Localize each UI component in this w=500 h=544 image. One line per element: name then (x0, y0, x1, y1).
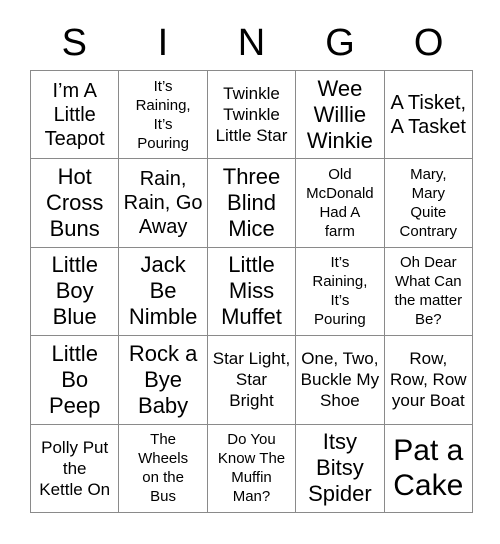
bingo-cell-label: Little Miss Muffet (221, 252, 282, 330)
bingo-cell[interactable]: Jack Be Nimble (119, 247, 208, 337)
bingo-cell[interactable]: Mary, Mary Quite Contrary (384, 159, 473, 248)
bingo-cell[interactable]: Row, Row, Row your Boat (384, 336, 473, 425)
bingo-cell-label: Little Bo Peep (49, 340, 101, 418)
bingo-cell-label: Three Blind Mice (222, 164, 281, 242)
bingo-cell[interactable]: Little Boy Blue (31, 247, 120, 337)
bingo-cell-label: Oh Dear What Can the matter Be? (394, 254, 463, 329)
bingo-cell-label: Itsy Bitsy Spider (308, 429, 372, 507)
header-letter-o: O (413, 22, 444, 64)
bingo-cell-label: Do You Know The Muffin Man? (217, 431, 286, 506)
bingo-cell-label: Twinkle Twinkle Little Star (215, 84, 288, 146)
bingo-cell-label: A Tisket, A Tasket (390, 91, 467, 138)
bingo-cell-label: Mary, Mary Quite Contrary (399, 166, 458, 241)
bingo-cell[interactable]: Star Light, Star Bright (207, 336, 297, 425)
bingo-cell[interactable]: I’m A Little Teapot (31, 71, 120, 160)
bingo-cell[interactable]: Little Bo Peep (31, 336, 120, 425)
bingo-cell[interactable]: Itsy Bitsy Spider (296, 424, 385, 513)
bingo-cell[interactable]: A Tisket, A Tasket (384, 71, 473, 160)
header-letter-i: I (157, 22, 169, 64)
bingo-cell-label: Old McDonald Had A farm (306, 166, 374, 241)
bingo-cell-label: It’s Raining, It’s Pouring (135, 77, 191, 152)
bingo-cell[interactable]: Polly Put the Kettle On (31, 424, 120, 513)
bingo-cell-label: Wee Willie Winkie (306, 75, 373, 153)
bingo-cell[interactable]: Do You Know The Muffin Man? (207, 424, 297, 513)
bingo-cell[interactable]: Twinkle Twinkle Little Star (207, 71, 297, 160)
bingo-cell-label: Little Boy Blue (51, 252, 98, 330)
bingo-cell-label: I’m A Little Teapot (44, 79, 105, 150)
bingo-cell-label: Row, Row, Row your Boat (390, 349, 467, 411)
bingo-cell[interactable]: It’s Raining, It’s Pouring (119, 71, 208, 160)
bingo-cell[interactable]: Rock a Bye Baby (119, 336, 208, 425)
bingo-cell-label: It’s Raining, It’s Pouring (312, 254, 368, 329)
bingo-cell-label: One, Two, Buckle My Shoe (300, 349, 380, 411)
bingo-card: S I N G O I’m A Little Teapot It’s Raini… (0, 0, 500, 544)
bingo-cell[interactable]: Hot Cross Buns (31, 159, 120, 248)
bingo-cell[interactable]: Oh Dear What Can the matter Be? (384, 247, 473, 337)
header-letter-s: S (61, 22, 87, 64)
bingo-cell[interactable]: Pat a Cake (384, 424, 473, 513)
bingo-cell[interactable]: Wee Willie Winkie (296, 71, 385, 160)
bingo-cell-label: Rock a Bye Baby (128, 340, 198, 418)
bingo-cell-label: Polly Put the Kettle On (39, 437, 111, 499)
bingo-cell[interactable]: Rain, Rain, Go Away (119, 159, 208, 248)
bingo-cell[interactable]: It’s Raining, It’s Pouring (296, 247, 385, 337)
bingo-cell-label: Rain, Rain, Go Away (123, 168, 203, 239)
bingo-cell-label: Jack Be Nimble (128, 252, 198, 330)
bingo-cell[interactable]: Old McDonald Had A farm (296, 159, 385, 248)
bingo-cell-label: Pat a Cake (393, 434, 464, 503)
header-letter-g: G (325, 22, 355, 64)
bingo-cell[interactable]: Three Blind Mice (207, 159, 297, 248)
bingo-cell-label: Star Light, Star Bright (212, 349, 291, 411)
bingo-grid: I’m A Little Teapot It’s Raining, It’s P… (30, 70, 473, 513)
bingo-cell-label: The Wheels on the Bus (138, 431, 189, 506)
bingo-cell[interactable]: The Wheels on the Bus (119, 424, 208, 513)
bingo-cell-label: Hot Cross Buns (45, 164, 104, 242)
bingo-header-row: S I N G O (30, 16, 473, 70)
bingo-cell[interactable]: Little Miss Muffet (207, 247, 297, 337)
header-letter-n: N (237, 22, 266, 64)
bingo-cell[interactable]: One, Two, Buckle My Shoe (296, 336, 385, 425)
